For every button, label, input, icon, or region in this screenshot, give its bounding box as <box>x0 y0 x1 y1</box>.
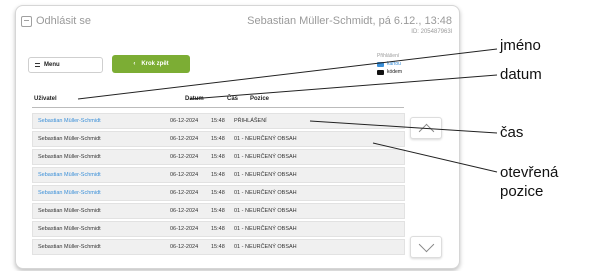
callout-line-datum <box>189 74 498 100</box>
callout-datum: datum <box>500 66 542 83</box>
callout-line-pozice <box>372 142 498 173</box>
callout-line-cas <box>309 120 498 134</box>
callout-cas: čas <box>500 124 524 141</box>
callout-pozice-line1: otevřená <box>500 164 559 181</box>
callout-jmeno: jméno <box>500 37 541 54</box>
callout-pozice-line2: pozice <box>500 183 544 200</box>
